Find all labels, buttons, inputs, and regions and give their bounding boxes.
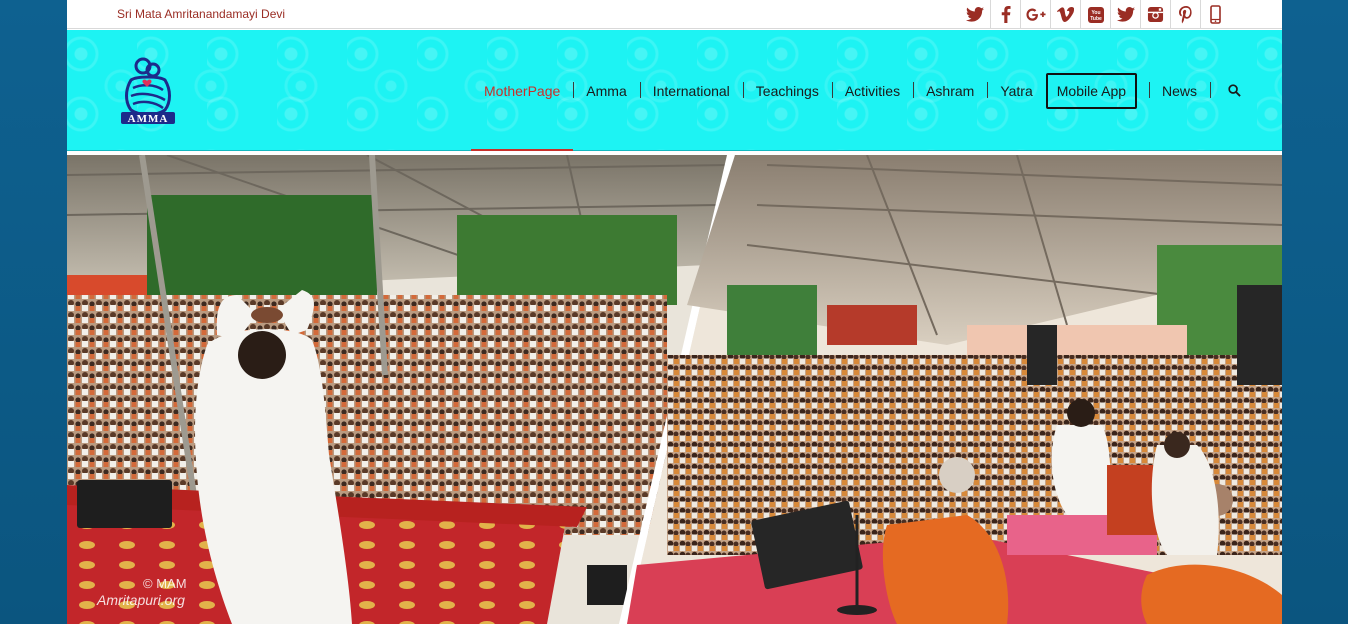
hero-watermark-site: Amritapuri.org (96, 592, 185, 608)
top-bar: Sri Mata Amritanandamayi Devi You Tube (67, 0, 1282, 29)
instagram-icon[interactable] (1140, 0, 1170, 29)
social-links: You Tube (960, 0, 1230, 29)
nav-item-label: Ashram (926, 82, 975, 99)
page-background-left (0, 0, 67, 624)
mobile-phone-icon[interactable] (1200, 0, 1230, 29)
page-container: Sri Mata Amritanandamayi Devi You Tube A… (67, 0, 1282, 624)
nav-item-amma[interactable]: Amma (573, 30, 639, 151)
nav-item-international[interactable]: International (639, 30, 743, 151)
site-name[interactable]: Sri Mata Amritanandamayi Devi (117, 7, 285, 21)
nav-item-motherpage[interactable]: MotherPage (471, 30, 574, 151)
nav-item-label: Activities (844, 82, 901, 99)
nav-item-ashram[interactable]: Ashram (913, 30, 987, 151)
search-icon (1227, 84, 1241, 97)
nav-item-news[interactable]: News (1149, 30, 1210, 151)
vimeo-icon[interactable] (1050, 0, 1080, 29)
nav-item-label: Teachings (755, 82, 819, 99)
logo-text: AMMA (127, 113, 169, 125)
youtube-icon[interactable]: You Tube (1080, 0, 1110, 29)
nav-item-label: Mobile App (1045, 72, 1138, 109)
search-button[interactable] (1210, 30, 1250, 151)
hero-watermark-copyright: © MAM (143, 576, 187, 591)
twitter-icon[interactable] (960, 0, 990, 29)
nav-item-teachings[interactable]: Teachings (742, 30, 832, 151)
nav-item-mobile-app[interactable]: Mobile App (1045, 30, 1149, 151)
nav-item-activities[interactable]: Activities (831, 30, 913, 151)
google-plus-icon[interactable] (1020, 0, 1050, 29)
nav-item-label: International (652, 82, 730, 99)
twitter-icon[interactable] (1110, 0, 1140, 29)
main-navigation: MotherPage Amma International Teachings … (471, 30, 1250, 151)
facebook-icon[interactable] (990, 0, 1020, 29)
svg-text:Tube: Tube (1090, 16, 1102, 22)
nav-item-label: Yatra (1000, 82, 1033, 99)
pinterest-icon[interactable] (1170, 0, 1200, 29)
main-header: AMMA MotherPage Amma International Teach… (67, 30, 1282, 151)
hero-banner-image[interactable]: © MAM Amritapuri.org (67, 155, 1282, 624)
nav-item-label: News (1162, 82, 1198, 99)
nav-item-label: MotherPage (484, 82, 561, 99)
nav-item-yatra[interactable]: Yatra (987, 30, 1045, 151)
nav-item-label: Amma (586, 82, 627, 99)
page-background-right (1282, 0, 1348, 624)
